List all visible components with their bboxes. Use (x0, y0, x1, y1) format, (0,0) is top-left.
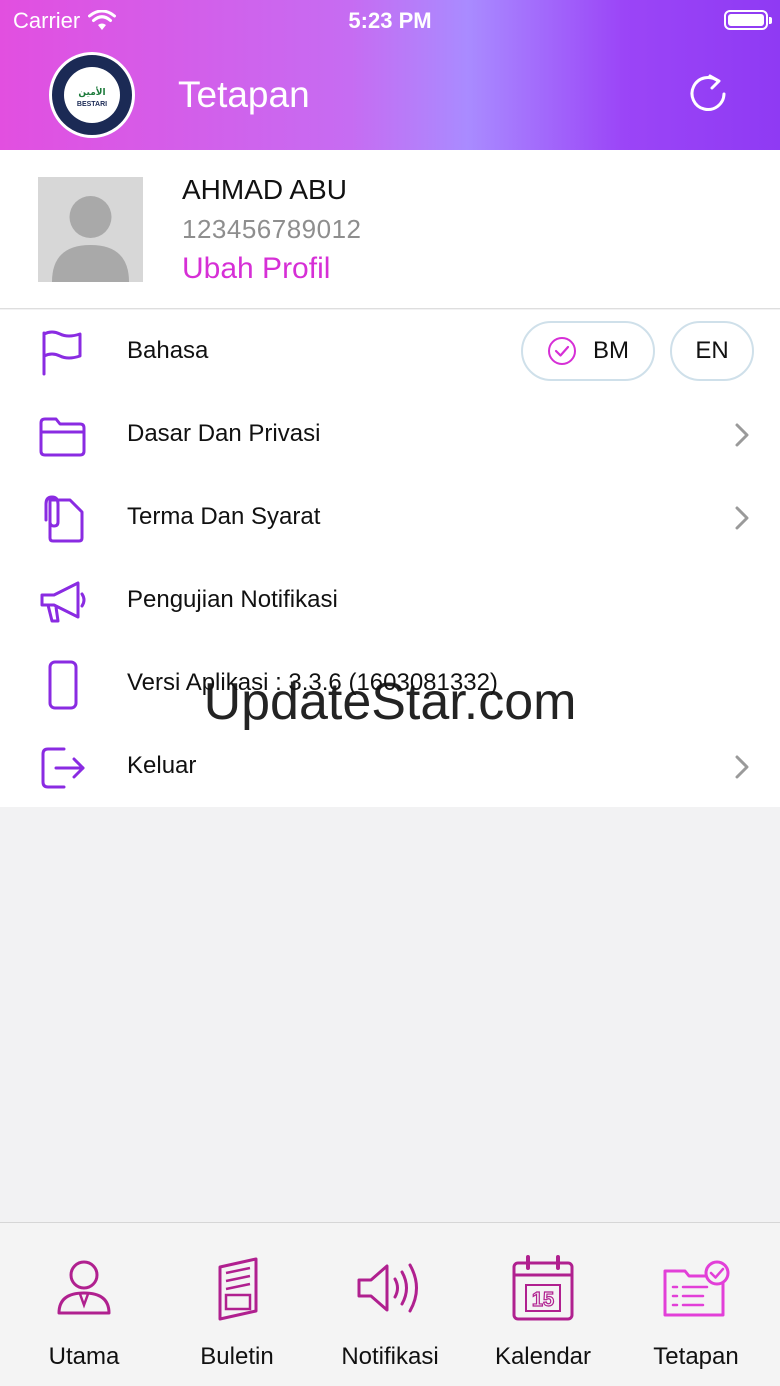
menu-item-logout[interactable]: Keluar (0, 725, 780, 808)
edit-profile-link[interactable]: Ubah Profil (182, 252, 330, 286)
profile-name: AHMAD ABU (182, 174, 347, 205)
status-time: 5:23 PM (348, 8, 432, 33)
language-en-label: EN (695, 337, 729, 364)
settings-folder-icon (663, 1260, 730, 1317)
menu-label-privacy-policy: Dasar Dan Privasi (127, 420, 321, 447)
refresh-icon[interactable] (688, 72, 732, 116)
chevron-right-icon (735, 506, 749, 530)
flag-icon (42, 330, 82, 376)
menu-label-test-notification: Pengujian Notifikasi (127, 586, 338, 613)
chevron-right-icon (735, 423, 749, 447)
tab-label-kalendar: Kalendar (494, 1343, 592, 1370)
menu-label-language: Bahasa (127, 337, 209, 364)
tab-tetapan[interactable]: Tetapan (618, 1223, 774, 1386)
app-header: Carrier 5:23 PM الأمين BESTARI Tetapan (0, 0, 780, 150)
status-bar: Carrier 5:23 PM (0, 0, 780, 40)
logout-icon (41, 747, 85, 789)
menu-item-privacy-policy[interactable]: Dasar Dan Privasi (0, 393, 780, 476)
profile-card: AHMAD ABU 123456789012 Ubah Profil (0, 150, 780, 309)
check-circle-icon (548, 337, 576, 365)
tab-kalendar[interactable]: 15 Kalendar (465, 1223, 621, 1386)
document-clip-icon (44, 495, 84, 543)
language-bm-label: BM (593, 337, 629, 364)
user-icon (57, 1260, 111, 1315)
tab-label-tetapan: Tetapan (653, 1343, 739, 1370)
profile-id-number: 123456789012 (182, 214, 362, 244)
menu-label-terms: Terma Dan Syarat (127, 503, 321, 530)
menu-item-language: Bahasa BM EN (0, 310, 780, 393)
tab-label-buletin: Buletin (200, 1343, 274, 1370)
tab-buletin[interactable]: Buletin (159, 1223, 315, 1386)
megaphone-icon (40, 581, 86, 623)
tab-notifikasi[interactable]: Notifikasi (312, 1223, 468, 1386)
folder-icon (39, 417, 86, 457)
settings-menu: Bahasa BM EN Dasar Dan Privasi Terma Dan… (0, 310, 780, 807)
newspaper-icon (218, 1257, 258, 1321)
menu-item-test-notification[interactable]: Pengujian Notifikasi (0, 559, 780, 642)
menu-label-logout: Keluar (127, 752, 197, 779)
calendar-day-text: 15 (532, 1289, 554, 1311)
avatar (38, 177, 143, 282)
battery-icon (724, 10, 772, 30)
tab-label-notifikasi: Notifikasi (341, 1343, 439, 1370)
tab-label-utama: Utama (48, 1343, 120, 1370)
chevron-right-icon (735, 755, 749, 779)
watermark: UpdateStar.com (203, 673, 577, 731)
avatar-placeholder-icon (52, 196, 129, 282)
language-option-en[interactable]: EN (670, 321, 754, 381)
tab-utama[interactable]: Utama (6, 1223, 162, 1386)
menu-item-terms[interactable]: Terma Dan Syarat (0, 476, 780, 559)
speaker-icon (357, 1263, 418, 1313)
calendar-icon: 15 (512, 1255, 574, 1321)
school-logo: الأمين BESTARI (49, 52, 135, 138)
page-title: Tetapan (178, 74, 310, 115)
language-option-bm[interactable]: BM (521, 321, 655, 381)
bottom-tab-bar: Utama Buletin Notifikasi 15 Kalendar Tet… (0, 1222, 780, 1386)
